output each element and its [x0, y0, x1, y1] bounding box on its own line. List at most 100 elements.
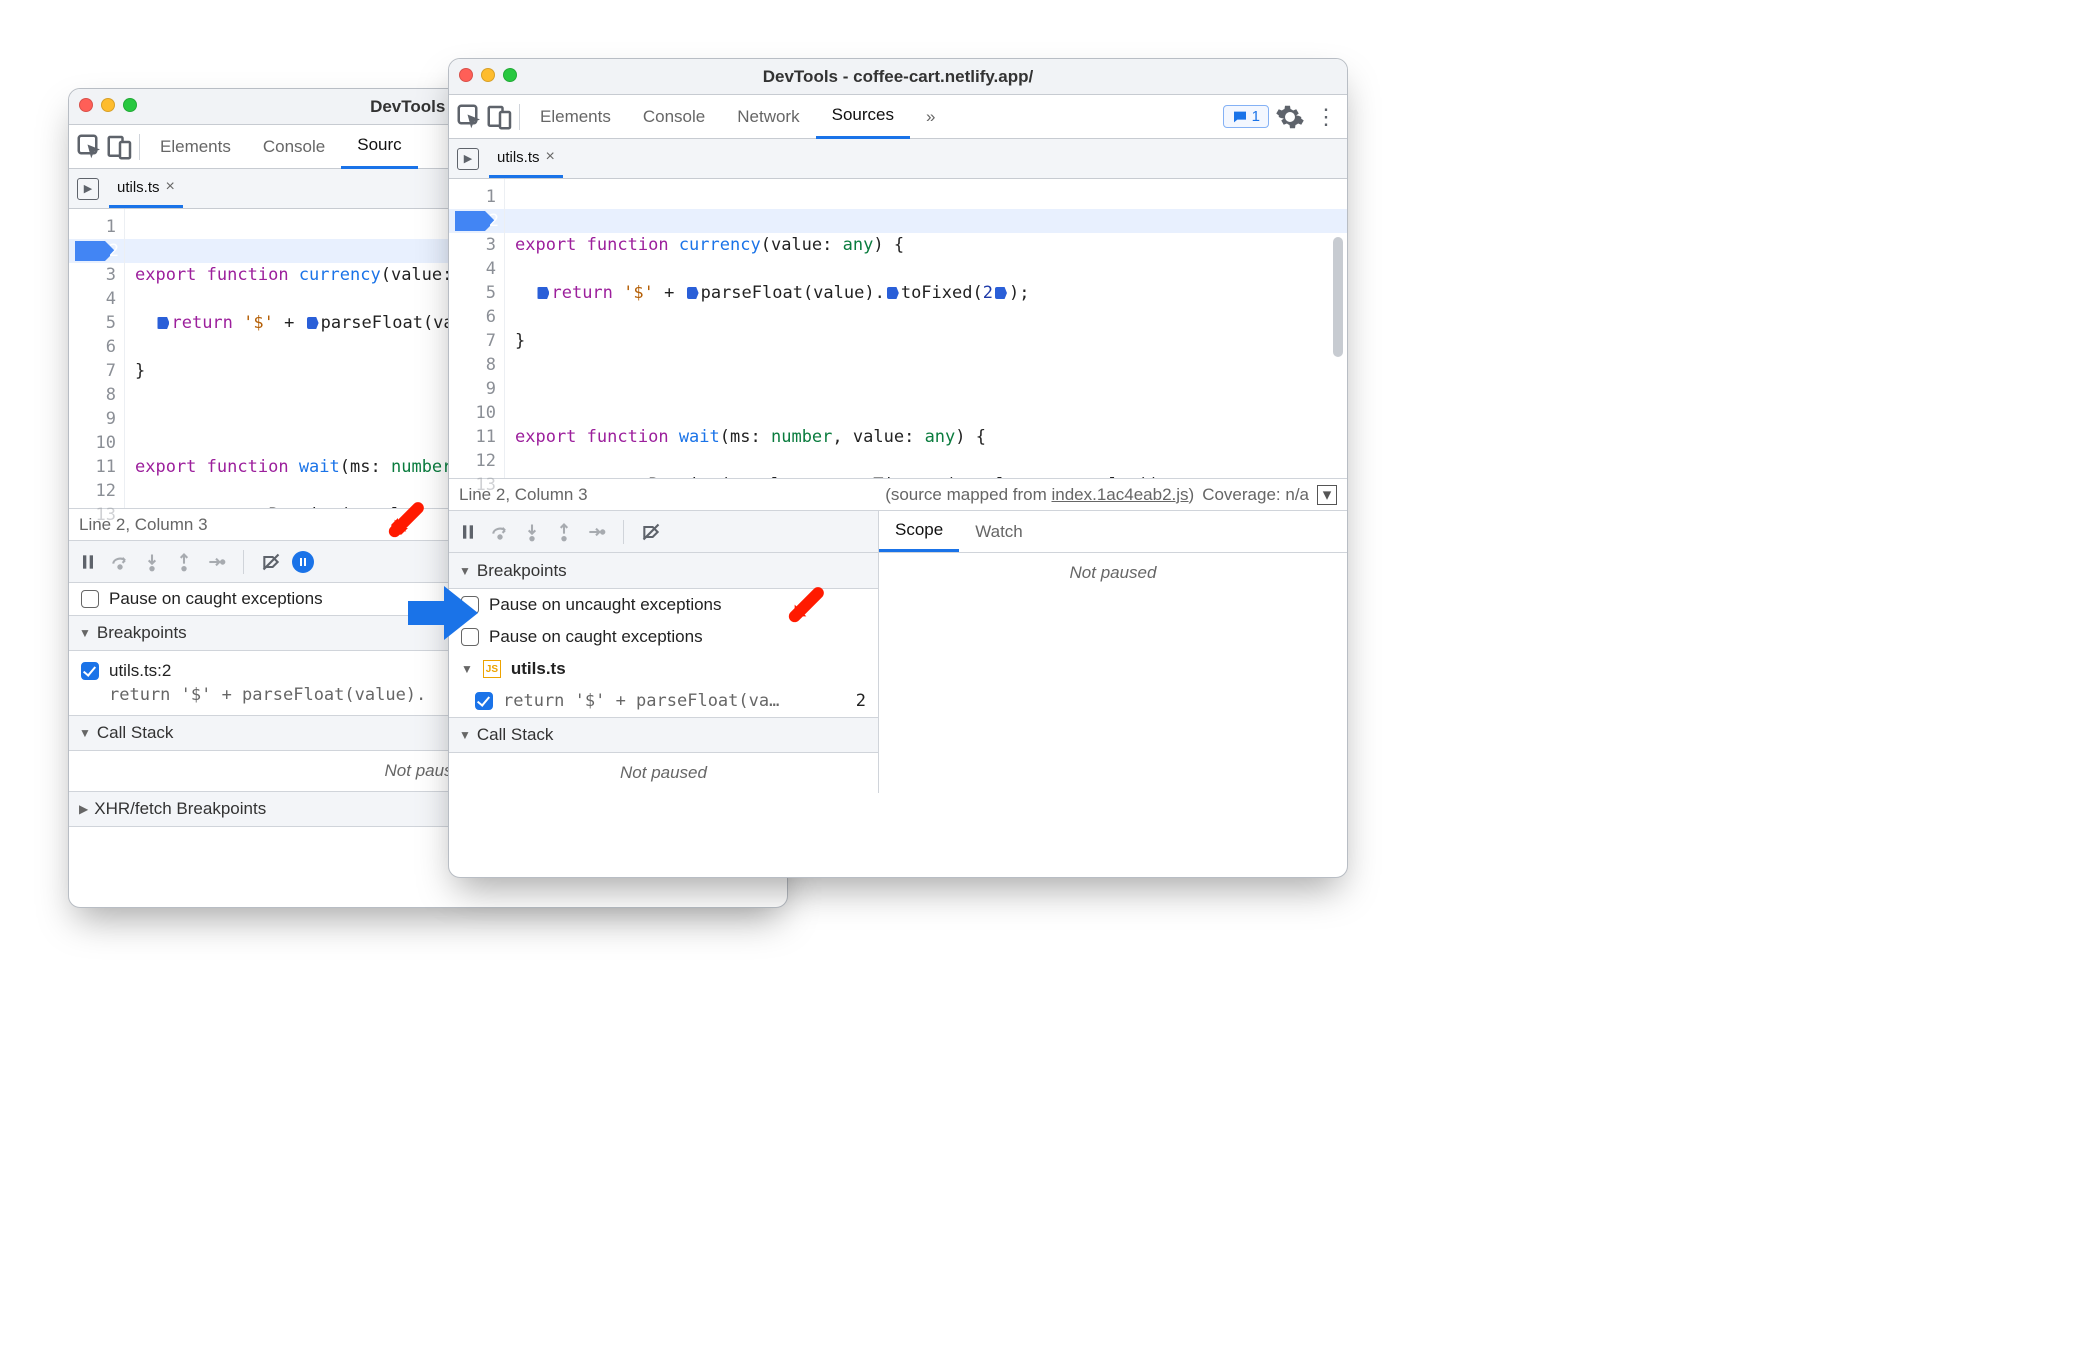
- tab-console[interactable]: Console: [247, 125, 341, 168]
- pause-on-exceptions-icon[interactable]: [292, 551, 314, 573]
- deactivate-breakpoints-icon[interactable]: [260, 551, 282, 573]
- expand-icon[interactable]: ▾: [1317, 485, 1337, 505]
- callstack-label: Call Stack: [97, 723, 174, 743]
- chevron-down-icon: ▼: [459, 728, 471, 742]
- inline-breakpoint-icon[interactable]: [157, 317, 169, 329]
- window-title: DevTools - coffee-cart.netlify.app/: [763, 67, 1033, 87]
- source-editor[interactable]: 2 12345678910111213 export function curr…: [449, 179, 1347, 479]
- tab-scope[interactable]: Scope: [879, 511, 959, 552]
- annotation-arrow-red-icon: [788, 583, 828, 623]
- file-tabs: ▶ utils.ts ×: [449, 139, 1347, 179]
- tab-console[interactable]: Console: [627, 95, 721, 138]
- pause-icon[interactable]: [77, 551, 99, 573]
- xhr-breakpoints-label: XHR/fetch Breakpoints: [94, 799, 266, 819]
- file-tab-label: utils.ts: [117, 179, 160, 196]
- close-tab-icon[interactable]: ×: [166, 178, 175, 196]
- editor-status: Line 2, Column 3 (source mapped from ind…: [449, 479, 1347, 511]
- tab-network[interactable]: Network: [721, 95, 815, 138]
- chevron-right-icon: ▶: [79, 802, 88, 816]
- breakpoint-code-preview: return '$' + parseFloat(va…: [503, 691, 779, 711]
- breakpoint-checkbox[interactable]: [81, 662, 99, 680]
- devtools-window-b: DevTools - coffee-cart.netlify.app/ Elem…: [448, 58, 1348, 878]
- tab-sources[interactable]: Sources: [816, 95, 910, 139]
- navigator-toggle-icon[interactable]: ▶: [77, 178, 99, 200]
- tab-elements[interactable]: Elements: [524, 95, 627, 138]
- close-icon[interactable]: [459, 68, 473, 82]
- file-tab-utils[interactable]: utils.ts ×: [489, 139, 563, 178]
- breakpoints-label: Breakpoints: [97, 623, 187, 643]
- inline-breakpoint-icon[interactable]: [995, 287, 1007, 299]
- callstack-label: Call Stack: [477, 725, 554, 745]
- pause-uncaught-label: Pause on uncaught exceptions: [489, 595, 722, 615]
- maximize-icon[interactable]: [503, 68, 517, 82]
- tab-more[interactable]: »: [910, 95, 951, 138]
- tab-watch[interactable]: Watch: [959, 511, 1039, 552]
- inline-breakpoint-icon[interactable]: [307, 317, 319, 329]
- device-toggle-icon[interactable]: [105, 132, 135, 162]
- callstack-not-paused: Not paused: [449, 753, 878, 793]
- step-out-icon[interactable]: [173, 551, 195, 573]
- minimize-icon[interactable]: [101, 98, 115, 112]
- step-over-icon[interactable]: [109, 551, 131, 573]
- coverage-info: Coverage: n/a: [1202, 485, 1309, 505]
- close-tab-icon[interactable]: ×: [546, 148, 555, 166]
- breakpoint-location: utils.ts:2: [109, 661, 171, 681]
- inspect-icon[interactable]: [455, 102, 485, 132]
- chevron-down-icon: ▼: [79, 726, 91, 740]
- scope-not-paused: Not paused: [879, 553, 1347, 593]
- pause-caught-label: Pause on caught exceptions: [109, 589, 323, 609]
- message-icon: [1232, 109, 1248, 125]
- callstack-header[interactable]: ▼ Call Stack: [449, 717, 878, 753]
- pause-icon[interactable]: [457, 521, 479, 543]
- file-tab-utils[interactable]: utils.ts ×: [109, 169, 183, 208]
- pause-caught-row[interactable]: Pause on caught exceptions: [449, 621, 878, 653]
- step-icon[interactable]: [585, 521, 607, 543]
- annotation-arrow-red-icon: [388, 498, 428, 538]
- step-into-icon[interactable]: [141, 551, 163, 573]
- source-map-link[interactable]: index.1ac4eab2.js: [1051, 485, 1188, 504]
- pause-caught-checkbox[interactable]: [81, 590, 99, 608]
- pause-caught-label: Pause on caught exceptions: [489, 627, 703, 647]
- inline-breakpoint-icon[interactable]: [537, 287, 549, 299]
- navigator-toggle-icon[interactable]: ▶: [457, 148, 479, 170]
- minimize-icon[interactable]: [481, 68, 495, 82]
- chevron-down-icon: ▼: [459, 564, 471, 578]
- breakpoint-line-number: 2: [856, 691, 866, 711]
- source-map-info: (source mapped from index.1ac4eab2.js): [885, 485, 1194, 505]
- tab-elements[interactable]: Elements: [144, 125, 247, 168]
- annotation-arrow-blue-icon: [408, 583, 478, 643]
- step-over-icon[interactable]: [489, 521, 511, 543]
- line-gutter[interactable]: 2 12345678910111213: [69, 209, 125, 508]
- kebab-menu-icon[interactable]: ⋮: [1311, 102, 1341, 132]
- issues-badge[interactable]: 1: [1223, 105, 1269, 128]
- scope-watch-tabs: Scope Watch: [879, 511, 1347, 553]
- line-gutter[interactable]: 2 12345678910111213: [449, 179, 505, 478]
- step-out-icon[interactable]: [553, 521, 575, 543]
- settings-icon[interactable]: [1275, 102, 1305, 132]
- inline-breakpoint-icon[interactable]: [687, 287, 699, 299]
- traffic-lights: [459, 68, 517, 82]
- breakpoint-entry-row[interactable]: return '$' + parseFloat(va… 2: [449, 685, 878, 717]
- chevron-down-icon: ▼: [461, 662, 473, 676]
- file-tab-label: utils.ts: [497, 149, 540, 166]
- close-icon[interactable]: [79, 98, 93, 112]
- step-into-icon[interactable]: [521, 521, 543, 543]
- debugger-toolbar: [449, 511, 878, 553]
- issues-count: 1: [1252, 108, 1260, 125]
- device-toggle-icon[interactable]: [485, 102, 515, 132]
- breakpoint-checkbox[interactable]: [475, 692, 493, 710]
- traffic-lights: [79, 98, 137, 112]
- inline-breakpoint-icon[interactable]: [887, 287, 899, 299]
- step-icon[interactable]: [205, 551, 227, 573]
- breakpoint-file-name: utils.ts: [511, 659, 566, 679]
- maximize-icon[interactable]: [123, 98, 137, 112]
- breakpoints-label: Breakpoints: [477, 561, 567, 581]
- breakpoint-file-row[interactable]: ▼ JS utils.ts: [449, 653, 878, 685]
- code-content[interactable]: export function currency(value: any) { r…: [505, 179, 1347, 478]
- titlebar[interactable]: DevTools - coffee-cart.netlify.app/: [449, 59, 1347, 95]
- deactivate-breakpoints-icon[interactable]: [640, 521, 662, 543]
- js-file-icon: JS: [483, 660, 501, 678]
- tab-sources[interactable]: Sourc: [341, 125, 417, 169]
- chevron-down-icon: ▼: [79, 626, 91, 640]
- inspect-icon[interactable]: [75, 132, 105, 162]
